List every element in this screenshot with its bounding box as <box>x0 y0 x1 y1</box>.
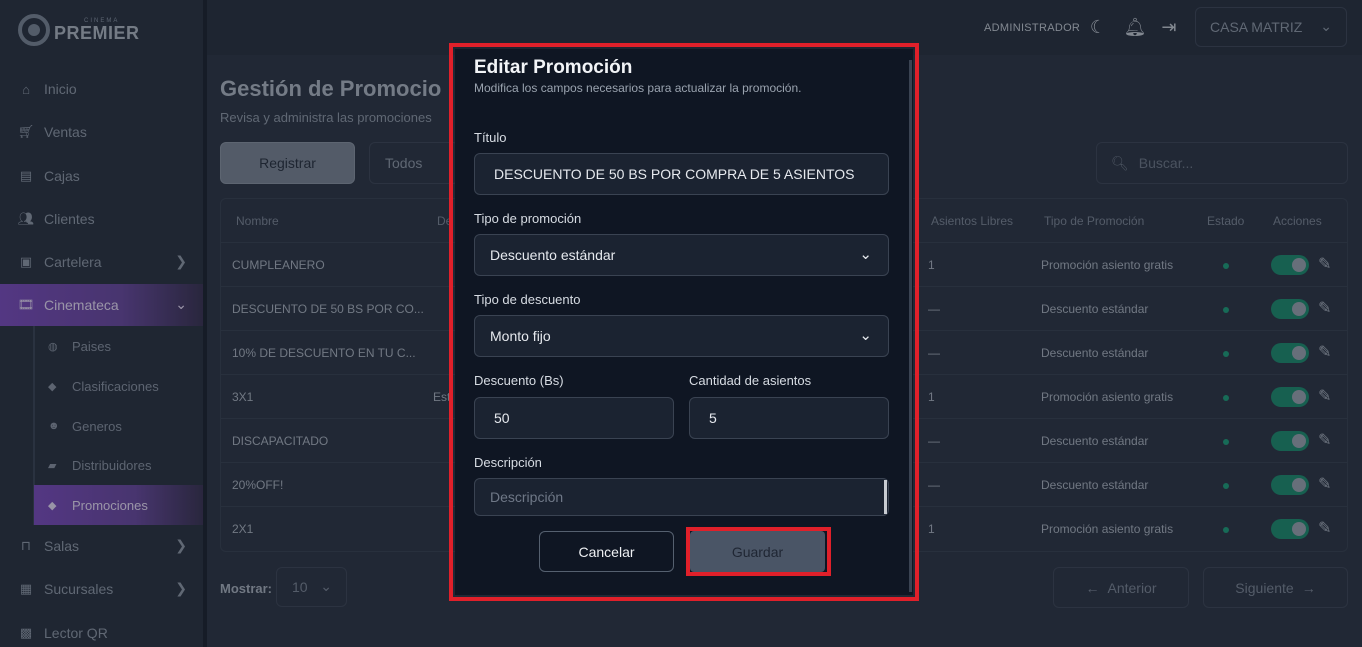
discount-amount-label: Descuento (Bs) <box>474 373 564 388</box>
discount-type-value: Monto fijo <box>490 328 551 344</box>
chevron-down-icon: ⌄ <box>859 327 872 344</box>
promotion-type-value: Descuento estándar <box>490 247 616 263</box>
modal-scrollbar[interactable] <box>909 60 912 592</box>
promotion-type-select[interactable]: Descuento estándar ⌄ <box>474 234 889 276</box>
seat-count-field[interactable]: 5 <box>689 397 889 439</box>
save-button[interactable]: Guardar <box>690 531 825 572</box>
description-textarea[interactable]: Descripción <box>474 478 889 516</box>
title-field-value: DESCUENTO DE 50 BS POR COMPRA DE 5 ASIEN… <box>494 166 855 182</box>
cancel-button[interactable]: Cancelar <box>539 531 674 572</box>
description-placeholder: Descripción <box>490 489 564 505</box>
discount-amount-field[interactable]: 50 <box>474 397 674 439</box>
discount-type-select[interactable]: Monto fijo ⌄ <box>474 315 889 357</box>
title-field-label: Título <box>474 130 507 145</box>
title-field[interactable]: DESCUENTO DE 50 BS POR COMPRA DE 5 ASIEN… <box>474 153 889 195</box>
discount-type-label: Tipo de descuento <box>474 292 581 307</box>
textarea-resize-handle[interactable] <box>884 480 887 514</box>
seat-count-value: 5 <box>709 410 717 426</box>
description-label: Descripción <box>474 455 542 470</box>
dialog-subtitle: Modifica los campos necesarios para actu… <box>474 81 802 95</box>
chevron-down-icon: ⌄ <box>859 246 872 263</box>
dialog-title: Editar Promoción <box>474 57 633 78</box>
promotion-type-label: Tipo de promoción <box>474 211 582 226</box>
seat-count-label: Cantidad de asientos <box>689 373 812 388</box>
discount-amount-value: 50 <box>494 410 510 426</box>
